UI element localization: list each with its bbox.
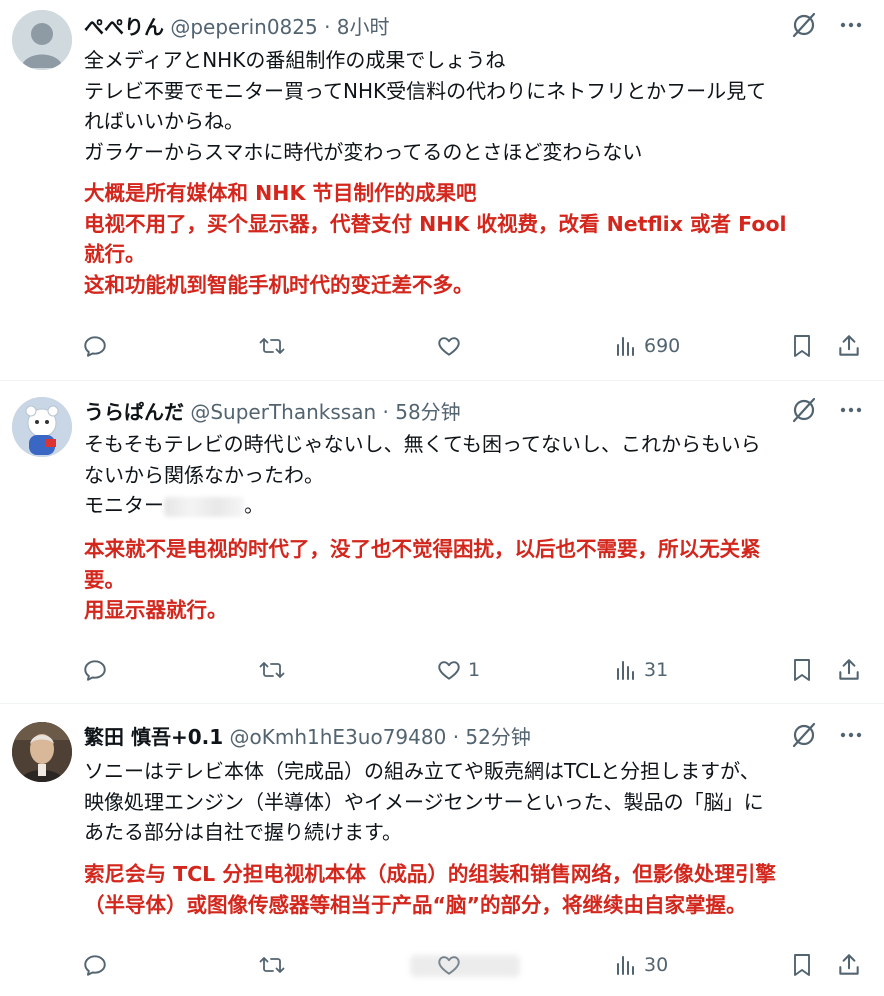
share-icon [836,952,862,978]
separator-dot: · [382,400,389,424]
bookmark-button[interactable] [790,948,814,982]
reply-button[interactable] [82,329,114,363]
avatar[interactable] [12,10,72,70]
more-icon[interactable] [840,14,862,40]
views-icon [614,334,638,358]
user-handle[interactable]: @oKmh1hE3uo79480 [230,725,447,749]
views-count: 31 [644,659,669,681]
timestamp[interactable]: 8小时 [337,15,390,39]
translation-line: 就行。 [84,242,146,266]
action-bar: 690 [82,329,864,363]
text-line: ガラケーからスマホに時代が変わってるのとさほど変わらない [84,139,643,164]
more-icon[interactable] [840,724,862,750]
share-icon [836,657,862,683]
bookmark-icon [790,333,814,359]
timestamp[interactable]: 52分钟 [465,725,530,749]
tweet-text-translation: 大概是所有媒体和 NHK 节目制作的成果吧 电视不用了，买个显示器，代替支付 N… [84,178,854,300]
tweet-top-icons [790,12,862,42]
text-line: そもそもテレビの時代じゃないし、無くても困ってないし、これからもいら [84,432,761,456]
separator-dot: · [324,15,331,39]
text-line: ないから関係なかったわ。 [84,462,324,487]
tweet-header: 繁田 慎吾+0.1 @oKmh1hE3uo79480 · 52分钟 [84,722,764,752]
timestamp[interactable]: 58分钟 [395,400,460,424]
bookmark-icon [790,952,814,978]
text-line: ソニーはテレビ本体（完成品）の組み立てや販売網はTCLと分担しますが、 [84,759,760,783]
share-button[interactable] [836,653,862,687]
reply-button[interactable] [82,653,114,687]
reply-icon [82,952,108,978]
views-count: 30 [644,954,669,976]
translation-line: 大概是所有媒体和 NHK 节目制作的成果吧 [84,181,477,205]
views-icon [614,953,638,977]
grok-icon[interactable] [790,396,818,428]
watermark-blur [410,955,520,977]
views-count: 690 [644,335,681,357]
display-name[interactable]: うらぱんだ [84,400,184,424]
reply-icon [82,657,108,683]
share-button[interactable] [836,329,862,363]
translation-line: 这和功能机到智能手机时代的变迁差不多。 [84,272,474,297]
reply-icon [82,333,108,359]
bookmark-button[interactable] [790,329,814,363]
tweet-top-icons [790,722,862,752]
views-icon [614,658,638,682]
retweet-icon [258,952,286,978]
tweet[interactable]: 繁田 慎吾+0.1 @oKmh1hE3uo79480 · 52分钟 ソニーはテレ… [0,704,884,996]
translation-line: 要。 [84,567,125,592]
retweet-button[interactable] [258,329,292,363]
action-bar: 1 31 [82,653,864,687]
translation-line: 本来就不是电视的时代了，没了也不觉得困扰，以后也不需要，所以无关紧 [84,537,761,561]
views-button[interactable]: 690 [614,329,680,363]
tweet-header: ぺぺりん @peperin0825 · 8小时 [84,12,764,42]
retweet-icon [258,657,286,683]
retweet-button[interactable] [258,948,292,982]
tweet[interactable]: うらぱんだ @SuperThankssan · 58分钟 そもそもテレビの時代じ… [0,381,884,703]
text-fragment: 。 [244,493,264,517]
display-name[interactable]: ぺぺりん [84,15,164,39]
like-button[interactable] [436,329,468,363]
like-icon [436,657,462,683]
tweet-top-icons [790,397,862,427]
tweet-text-original: 全メディアとNHKの番組制作の成果でしょうね テレビ不要でモニター買ってNHK受… [84,45,854,167]
user-handle[interactable]: @SuperThankssan [190,400,376,424]
views-button[interactable]: 30 [614,948,668,982]
avatar[interactable] [12,722,72,782]
grok-icon[interactable] [790,11,818,43]
redacted-blur [164,496,244,517]
more-icon[interactable] [840,399,862,425]
tweet-text-translation: 本来就不是电视的时代了，没了也不觉得困扰，以后也不需要，所以无关紧 要。 用显示… [84,534,854,626]
tweet[interactable]: ぺぺりん @peperin0825 · 8小时 全メディアとNHKの番組制作の成… [0,0,884,380]
translation-line: 用显示器就行。 [84,598,228,622]
translation-line: 电视不用了，买个显示器，代替支付 NHK 收视费，改看 Netflix 或者 F… [84,211,787,236]
tweet-text-original: そもそもテレビの時代じゃないし、無くても困ってないし、これからもいら ないから関… [84,429,854,521]
bookmark-icon [790,657,814,683]
like-icon [436,333,462,359]
retweet-button[interactable] [258,653,292,687]
retweet-icon [258,333,286,359]
like-count: 1 [468,659,481,681]
avatar[interactable] [12,397,72,457]
tweet-header: うらぱんだ @SuperThankssan · 58分钟 [84,397,764,427]
share-icon [836,333,862,359]
text-line: テレビ不要でモニター買ってNHK受信料の代わりにネトフリとかフール見て [84,78,767,103]
user-handle[interactable]: @peperin0825 [170,15,317,39]
like-button[interactable]: 1 [436,653,480,687]
translation-line: 索尼会与 TCL 分担电视机本体（成品）的组装和销售网络，但影像处理引擎 [84,862,776,886]
display-name[interactable]: 繁田 慎吾+0.1 [84,725,223,749]
share-button[interactable] [836,948,862,982]
text-fragment: モニター [84,493,164,517]
tweet-text-original: ソニーはテレビ本体（完成品）の組み立てや販売網はTCLと分担しますが、 映像処理… [84,756,854,848]
translation-line: （半导体）或图像传感器等相当于产品“脑”的部分，将继续由自家掌握。 [84,892,747,917]
bookmark-button[interactable] [790,653,814,687]
separator-dot: · [452,725,460,749]
views-button[interactable]: 31 [614,653,668,687]
text-line: 映像処理エンジン（半導体）やイメージセンサーといった、製品の「脳」に [84,789,764,814]
tweet-text-translation: 索尼会与 TCL 分担电视机本体（成品）的组装和销售网络，但影像处理引擎 （半导… [84,859,854,920]
reply-button[interactable] [82,948,114,982]
text-line: 全メディアとNHKの番組制作の成果でしょうね [84,48,506,72]
grok-icon[interactable] [790,721,818,753]
text-line-redacted: モニター 。 [84,490,854,521]
text-line: あたる部分は自社で握り続けます。 [84,820,402,844]
text-line: ればいいからね。 [84,109,244,133]
